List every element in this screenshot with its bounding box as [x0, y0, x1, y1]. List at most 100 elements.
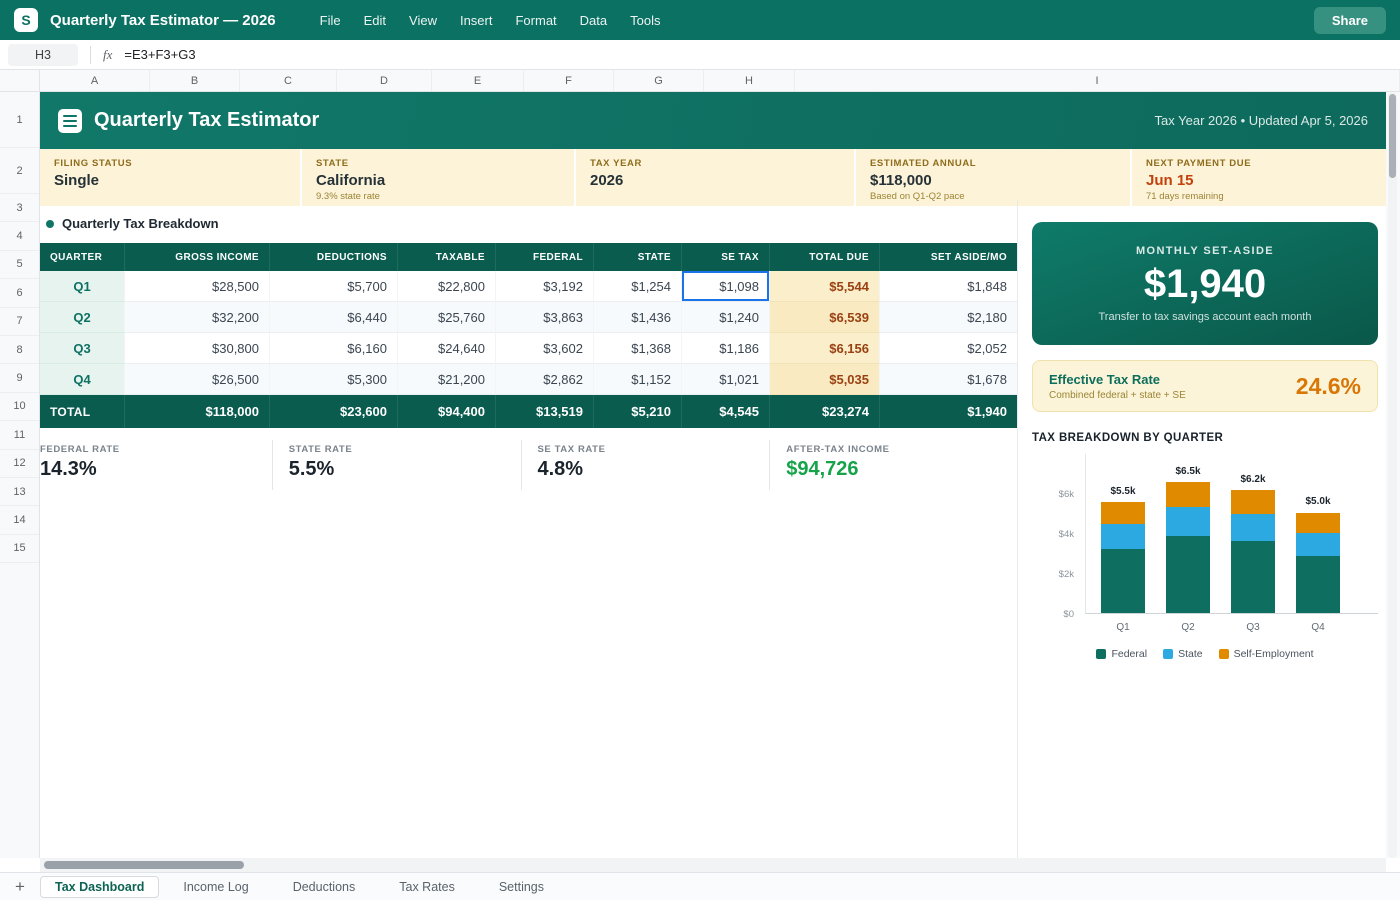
cell-q3-se-tax[interactable]: $1,186: [682, 333, 770, 364]
share-button[interactable]: Share: [1313, 6, 1386, 34]
info-card-state[interactable]: STATE California 9.3% state rate: [302, 149, 574, 206]
tab-deductions[interactable]: Deductions: [273, 876, 376, 898]
total-cell-se-tax[interactable]: $4,545: [682, 395, 770, 428]
cell-q4-total-due[interactable]: $5,035: [770, 364, 880, 395]
cell-q1-federal[interactable]: $3,192: [496, 271, 594, 302]
select-all-corner[interactable]: [0, 70, 40, 91]
cell-q2-set-aside-mo[interactable]: $2,180: [880, 302, 1018, 333]
tab-settings[interactable]: Settings: [479, 876, 564, 898]
column-header-h[interactable]: H: [704, 70, 795, 91]
column-header-d[interactable]: D: [337, 70, 432, 91]
cell-q3-federal[interactable]: $3,602: [496, 333, 594, 364]
cell-q2-taxable[interactable]: $25,760: [398, 302, 496, 333]
cell-q1-state[interactable]: $1,254: [594, 271, 682, 302]
cell-name-box[interactable]: H3: [8, 43, 78, 66]
menu-edit[interactable]: Edit: [364, 13, 386, 28]
document-icon: [58, 108, 82, 133]
cell-q4-state[interactable]: $1,152: [594, 364, 682, 395]
row-header-1[interactable]: 1: [0, 92, 39, 148]
column-header-g[interactable]: G: [614, 70, 704, 91]
menu-data[interactable]: Data: [580, 13, 607, 28]
total-cell-taxable[interactable]: $94,400: [398, 395, 496, 428]
cell-q2-total-due[interactable]: $6,539: [770, 302, 880, 333]
row-header-5[interactable]: 5: [0, 251, 39, 280]
formula-input[interactable]: =E3+F3+G3: [124, 47, 195, 62]
total-cell-quarter[interactable]: TOTAL: [40, 395, 125, 428]
cell-q4-gross-income[interactable]: $26,500: [125, 364, 270, 395]
tab-tax-dashboard[interactable]: Tax Dashboard: [40, 875, 160, 898]
total-cell-federal[interactable]: $13,519: [496, 395, 594, 428]
row-header-14[interactable]: 14: [0, 506, 39, 535]
cell-q3-quarter[interactable]: Q3: [40, 333, 125, 364]
cell-q4-set-aside-mo[interactable]: $1,678: [880, 364, 1018, 395]
menu-file[interactable]: File: [320, 13, 341, 28]
horizontal-scrollbar[interactable]: [40, 858, 1386, 872]
cell-q4-federal[interactable]: $2,862: [496, 364, 594, 395]
cell-q1-gross-income[interactable]: $28,500: [125, 271, 270, 302]
tab-income-log[interactable]: Income Log: [163, 876, 268, 898]
cell-q2-state[interactable]: $1,436: [594, 302, 682, 333]
total-cell-deductions[interactable]: $23,600: [270, 395, 398, 428]
tab-tax-rates[interactable]: Tax Rates: [379, 876, 475, 898]
bar-segment-federal: [1166, 536, 1210, 613]
cell-q1-set-aside-mo[interactable]: $1,848: [880, 271, 1018, 302]
row-header-13[interactable]: 13: [0, 478, 39, 507]
info-card-next-payment-due[interactable]: NEXT PAYMENT DUE Jun 15 71 days remaining: [1132, 149, 1386, 206]
row-header-3[interactable]: 3: [0, 194, 39, 223]
cell-q1-quarter[interactable]: Q1: [40, 271, 125, 302]
row-header-2[interactable]: 2: [0, 148, 39, 194]
column-header-i[interactable]: I: [795, 70, 1400, 91]
column-header-e[interactable]: E: [432, 70, 524, 91]
total-cell-gross-income[interactable]: $118,000: [125, 395, 270, 428]
cell-q2-se-tax[interactable]: $1,240: [682, 302, 770, 333]
cell-q4-se-tax[interactable]: $1,021: [682, 364, 770, 395]
cell-q4-taxable[interactable]: $21,200: [398, 364, 496, 395]
total-cell-state[interactable]: $5,210: [594, 395, 682, 428]
info-card-value: Jun 15: [1146, 172, 1194, 189]
row-header-10[interactable]: 10: [0, 393, 39, 422]
row-header-8[interactable]: 8: [0, 336, 39, 365]
row-header-6[interactable]: 6: [0, 279, 39, 308]
cell-q3-deductions[interactable]: $6,160: [270, 333, 398, 364]
menu-tools[interactable]: Tools: [630, 13, 660, 28]
cell-q1-se-tax[interactable]: $1,098: [682, 271, 770, 302]
cell-q3-total-due[interactable]: $6,156: [770, 333, 880, 364]
row-header-4[interactable]: 4: [0, 222, 39, 251]
cell-q1-total-due[interactable]: $5,544: [770, 271, 880, 302]
row-header-9[interactable]: 9: [0, 364, 39, 393]
vertical-scrollbar-thumb[interactable]: [1389, 94, 1396, 178]
cell-q2-gross-income[interactable]: $32,200: [125, 302, 270, 333]
row-header-15[interactable]: 15: [0, 535, 39, 564]
info-card-tax-year[interactable]: TAX YEAR 2026: [576, 149, 854, 206]
cell-q1-deductions[interactable]: $5,700: [270, 271, 398, 302]
cell-q4-deductions[interactable]: $5,300: [270, 364, 398, 395]
column-header-a[interactable]: A: [40, 70, 150, 91]
menu-view[interactable]: View: [409, 13, 437, 28]
cell-q2-federal[interactable]: $3,863: [496, 302, 594, 333]
row-header-12[interactable]: 12: [0, 450, 39, 478]
column-header-c[interactable]: C: [240, 70, 337, 91]
column-header-b[interactable]: B: [150, 70, 240, 91]
vertical-scrollbar[interactable]: [1388, 92, 1397, 858]
info-card-estimated-annual[interactable]: ESTIMATED ANNUAL $118,000 Based on Q1-Q2 p…: [856, 149, 1130, 206]
row-header-7[interactable]: 7: [0, 308, 39, 336]
column-header-f[interactable]: F: [524, 70, 614, 91]
total-cell-total-due[interactable]: $23,274: [770, 395, 880, 428]
horizontal-scrollbar-thumb[interactable]: [44, 861, 244, 869]
info-card-note: 71 days remaining: [1146, 191, 1224, 202]
cell-q3-set-aside-mo[interactable]: $2,052: [880, 333, 1018, 364]
cell-q2-quarter[interactable]: Q2: [40, 302, 125, 333]
menu-format[interactable]: Format: [515, 13, 556, 28]
cell-q4-quarter[interactable]: Q4: [40, 364, 125, 395]
cell-q2-deductions[interactable]: $6,440: [270, 302, 398, 333]
total-cell-set-aside-mo[interactable]: $1,940: [880, 395, 1018, 428]
menu-insert[interactable]: Insert: [460, 13, 493, 28]
row-header-11[interactable]: 11: [0, 421, 39, 450]
cell-q1-taxable[interactable]: $22,800: [398, 271, 496, 302]
cell-q3-gross-income[interactable]: $30,800: [125, 333, 270, 364]
cell-q3-state[interactable]: $1,368: [594, 333, 682, 364]
bar-total-label: $5.0k: [1305, 496, 1331, 508]
add-sheet-icon[interactable]: +: [0, 878, 40, 895]
cell-q3-taxable[interactable]: $24,640: [398, 333, 496, 364]
info-card-filing-status[interactable]: FILING STATUS Single: [40, 149, 300, 206]
